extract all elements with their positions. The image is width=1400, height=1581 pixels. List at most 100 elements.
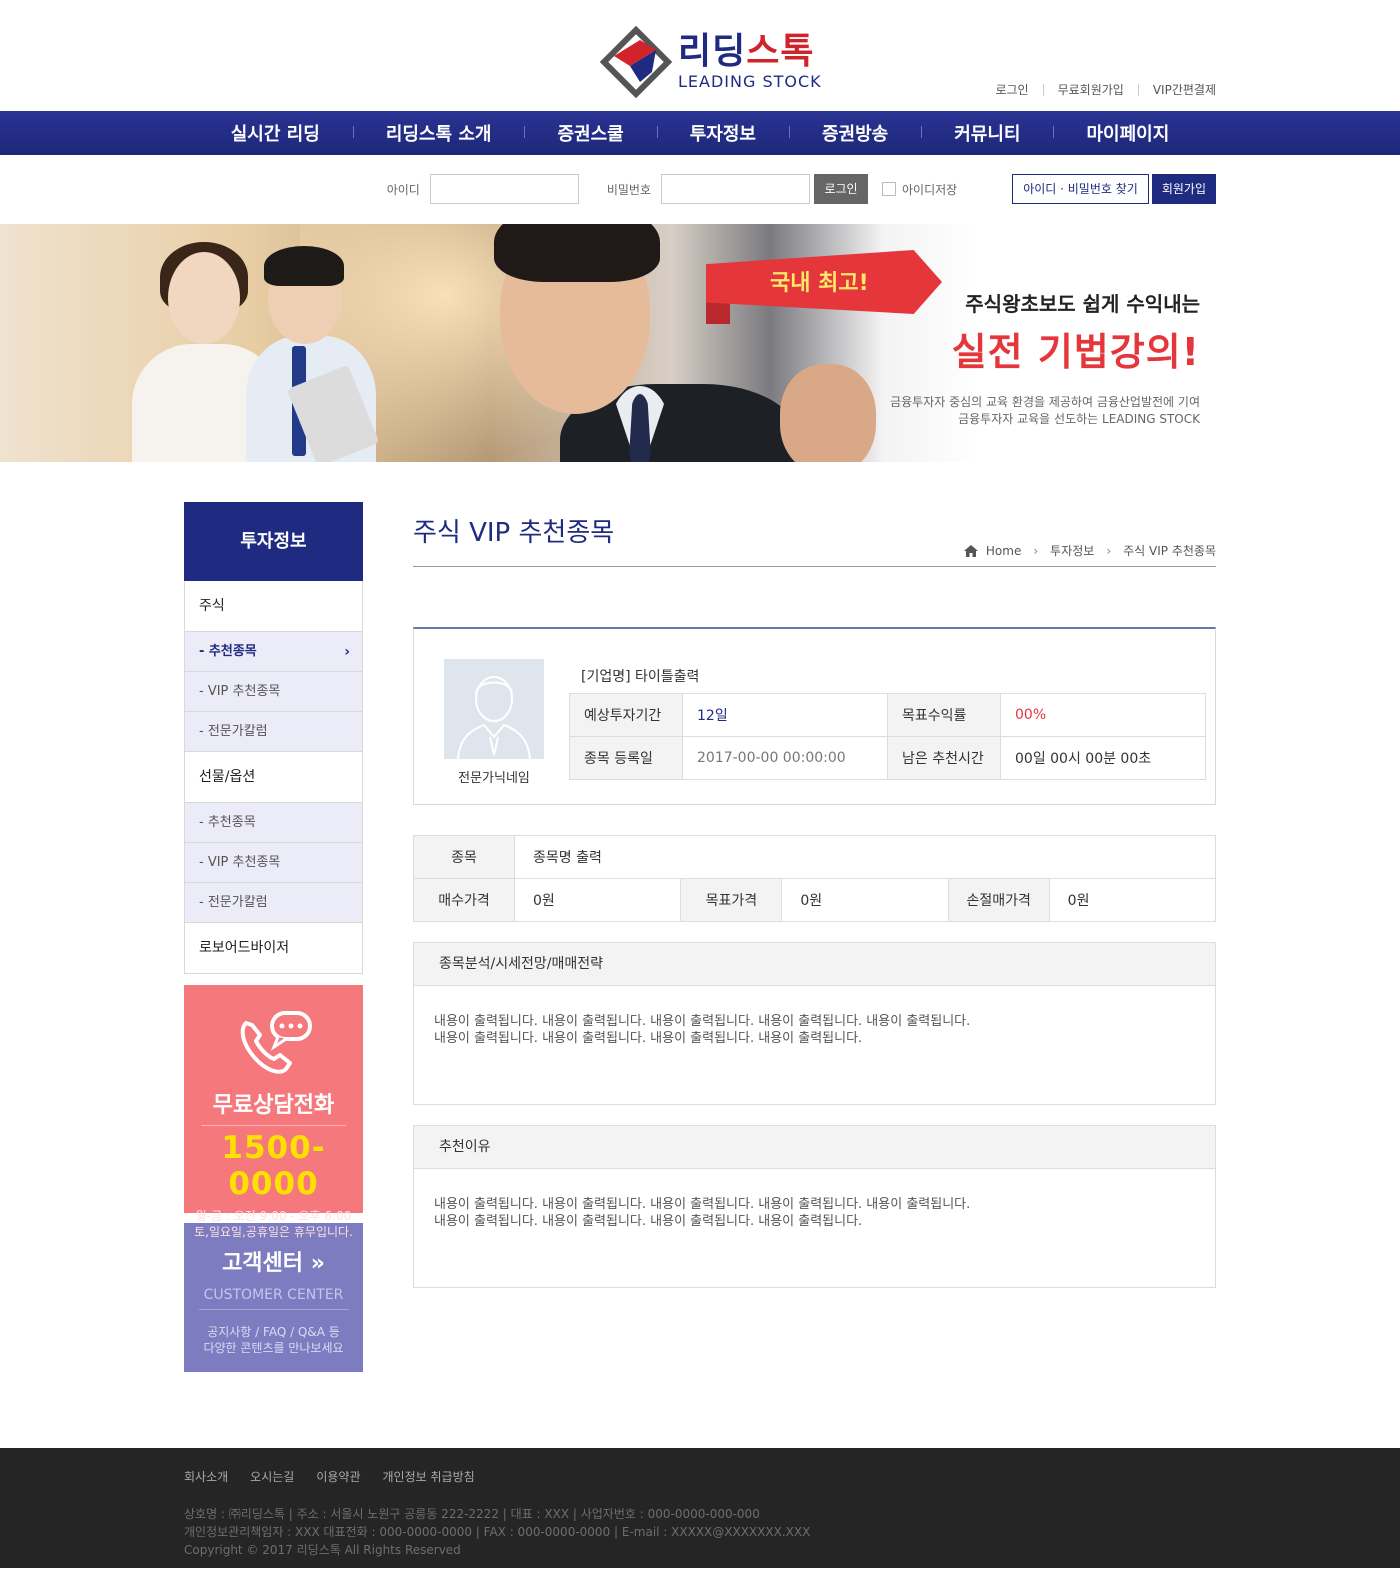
- breadcrumb-invest-info[interactable]: 투자정보: [1050, 542, 1094, 559]
- site-footer: 회사소개 오시는길 이용약관 개인정보 취급방침 상호명 : ㈜리딩스톡 | 주…: [0, 1448, 1400, 1568]
- footer-info-line1: 상호명 : ㈜리딩스톡 | 주소 : 서울시 노원구 공릉동 222-2222 …: [184, 1507, 760, 1521]
- id-label: 아이디: [386, 182, 420, 197]
- breadcrumb: Home › 투자정보 › 주식 VIP 추천종목: [963, 542, 1216, 559]
- free-call-number: 1500-0000: [221, 1130, 326, 1202]
- logo-text-en: LEADING STOCK: [678, 72, 822, 91]
- free-call-box[interactable]: 무료상담전화 1500-0000 월-금 : 오전 9:00 - 오후 6:00…: [184, 985, 363, 1239]
- nav-item-mypage[interactable]: 마이페이지: [1053, 120, 1202, 146]
- register-date-value: 2017-00-00 00:00:00: [682, 736, 888, 780]
- site-logo[interactable]: 리딩스톡 LEADING STOCK: [600, 26, 822, 98]
- top-links: 로그인 무료회원가입 VIP간편결제: [981, 84, 1216, 96]
- side-nav: 투자정보 주식 - 추천종목 › - VIP 추천종목 - 전문가칼럼 선물/옵…: [184, 502, 363, 1372]
- customer-center-en: CUSTOMER CENTER: [198, 1287, 349, 1310]
- analysis-title: 종목분석/시세전망/매매전략: [414, 943, 1215, 986]
- free-call-hours-line1: 월-금 : 오전 9:00 - 오후 6:00: [195, 1209, 352, 1223]
- register-date-label: 종목 등록일: [569, 736, 683, 780]
- customer-center-desc-line1: 공지사항 / FAQ / Q&A 등: [207, 1325, 340, 1339]
- stock-info-table: 종목 종목명 출력 매수가격 0원 목표가격 0원 손절매가격 0원: [413, 835, 1217, 922]
- side-nav-item-stock-column[interactable]: - 전문가칼럼: [184, 712, 363, 752]
- footer-info-line2: 개인정보관리책임자 : XXX 대표전화 : 000-0000-0000 | F…: [184, 1525, 811, 1539]
- pw-input[interactable]: [661, 174, 810, 204]
- footer-link-terms[interactable]: 이용약관: [316, 1468, 360, 1485]
- footer-info: 상호명 : ㈜리딩스톡 | 주소 : 서울시 노원구 공릉동 222-2222 …: [184, 1505, 1216, 1559]
- banner-description-line1: 금융투자자 중심의 교육 환경을 제공하여 금융산업발전에 기여: [890, 395, 1200, 409]
- customer-center-box[interactable]: 고객센터 » CUSTOMER CENTER 공지사항 / FAQ / Q&A …: [184, 1223, 363, 1372]
- analysis-line2: 내용이 출력됩니다. 내용이 출력됩니다. 내용이 출력됩니다. 내용이 출력됩…: [434, 1031, 863, 1046]
- period-label: 예상투자기간: [569, 693, 683, 737]
- customer-center-title: 고객센터: [222, 1251, 304, 1276]
- top-link-signup[interactable]: 무료회원가입: [1042, 84, 1138, 96]
- phone-chat-icon: [240, 1011, 312, 1074]
- login-button[interactable]: 로그인: [814, 174, 868, 204]
- banner-ribbon-text: 국내 최고!: [770, 271, 869, 296]
- goal-price-label: 목표가격: [680, 878, 783, 922]
- side-nav-item-stock-recommend[interactable]: - 추천종목 ›: [184, 632, 363, 672]
- top-link-vip-payment[interactable]: VIP간편결제: [1137, 84, 1216, 96]
- join-button[interactable]: 회원가입: [1151, 174, 1216, 204]
- nav-item-community[interactable]: 커뮤니티: [921, 120, 1053, 146]
- banner-main-man-hair: [494, 224, 660, 282]
- banner-headline: 주식왕초보도 쉽게 수익내는: [965, 292, 1200, 316]
- customer-center-desc-line2: 다양한 콘텐츠를 만나보세요: [203, 1341, 344, 1355]
- nav-item-broadcast[interactable]: 증권방송: [788, 120, 921, 146]
- stop-loss-label: 손절매가격: [947, 878, 1050, 922]
- side-nav-category-futures[interactable]: 선물/옵션: [184, 752, 363, 803]
- main-banner: 국내 최고! 주식왕초보도 쉽게 수익내는 실전 기법강의! 금융투자자 중심의…: [0, 224, 1400, 462]
- pw-label: 비밀번호: [606, 182, 651, 197]
- global-nav: 실시간 리딩 리딩스톡 소개 증권스쿨 투자정보 증권방송 커뮤니티 마이페이지: [0, 111, 1400, 155]
- banner-description: 금융투자자 중심의 교육 환경을 제공하여 금융산업발전에 기여 금융투자자 교…: [890, 394, 1200, 428]
- breadcrumb-home[interactable]: Home: [986, 544, 1021, 558]
- content-area: 투자정보 주식 - 추천종목 › - VIP 추천종목 - 전문가칼럼 선물/옵…: [184, 462, 1217, 1448]
- reason-section: 추천이유 내용이 출력됩니다. 내용이 출력됩니다. 내용이 출력됩니다. 내용…: [413, 1125, 1216, 1288]
- side-nav-category-stock[interactable]: 주식: [184, 581, 363, 632]
- side-nav-category-robo[interactable]: 로보어드바이저: [184, 923, 363, 974]
- chevron-right-icon: ›: [1033, 543, 1039, 558]
- main-content: 주식 VIP 추천종목 Home › 투자정보 › 주식 VIP 추천종목 전문…: [413, 502, 1217, 1372]
- side-nav-item-futures-recommend[interactable]: - 추천종목: [184, 803, 363, 843]
- target-return-value: 00%: [1000, 693, 1206, 737]
- banner-description-line2: 금융투자자 교육을 선도하는 LEADING STOCK: [958, 412, 1200, 426]
- top-link-login[interactable]: 로그인: [981, 84, 1042, 96]
- logo-mark-icon: [600, 26, 672, 98]
- side-nav-item-futures-column[interactable]: - 전문가칼럼: [184, 883, 363, 923]
- footer-copyright: Copyright © 2017 리딩스톡 All Rights Reserve…: [184, 1543, 461, 1557]
- expert-info-table: 예상투자기간 12일 목표수익률 00% 종목 등록일 2017-00-00 0…: [569, 693, 1206, 780]
- stop-loss-value: 0원: [1048, 878, 1217, 922]
- nav-item-invest-info[interactable]: 투자정보: [656, 120, 789, 146]
- side-nav-item-label: - 추천종목: [199, 644, 257, 659]
- avatar: [444, 659, 544, 760]
- find-account-button[interactable]: 아이디 · 비밀번호 찾기: [1012, 174, 1149, 204]
- chevron-right-icon: ›: [1106, 543, 1112, 558]
- home-icon: [963, 544, 978, 557]
- period-value: 12일: [682, 693, 888, 737]
- reason-line1: 내용이 출력됩니다. 내용이 출력됩니다. 내용이 출력됩니다. 내용이 출력됩…: [434, 1197, 971, 1212]
- nav-item-live-reading[interactable]: 실시간 리딩: [198, 120, 353, 146]
- banner-highlight: 실전 기법강의!: [951, 330, 1200, 374]
- buy-price-label: 매수가격: [413, 878, 515, 922]
- site-header: 리딩스톡 LEADING STOCK 로그인 무료회원가입 VIP간편결제: [184, 0, 1216, 111]
- breadcrumb-current[interactable]: 주식 VIP 추천종목: [1123, 542, 1216, 559]
- footer-link-company[interactable]: 회사소개: [184, 1468, 228, 1485]
- company-title: [기업명] 타이틀출력: [581, 669, 700, 685]
- save-id-checkbox[interactable]: [882, 182, 896, 196]
- logo-text-ko-2: 스톡: [746, 31, 815, 72]
- footer-link-privacy[interactable]: 개인정보 취급방침: [383, 1468, 475, 1485]
- banner-woman-face: [168, 252, 240, 344]
- remaining-time-value: 00일 00시 00분 00초: [1000, 736, 1206, 780]
- stock-name-value: 종목명 출력: [514, 835, 1216, 879]
- page-header: 주식 VIP 추천종목 Home › 투자정보 › 주식 VIP 추천종목: [413, 502, 1216, 567]
- banner-copy: 주식왕초보도 쉽게 수익내는 실전 기법강의! 금융투자자 중심의 교육 환경을…: [890, 288, 1200, 428]
- expert-nickname: 전문가닉네임: [458, 771, 530, 786]
- save-id-label: 아이디저장: [902, 182, 958, 197]
- id-input[interactable]: [429, 174, 579, 204]
- user-avatar-icon: [457, 676, 531, 760]
- nav-item-about[interactable]: 리딩스톡 소개: [352, 120, 525, 146]
- target-return-label: 목표수익률: [887, 693, 1001, 737]
- footer-links: 회사소개 오시는길 이용약관 개인정보 취급방침: [184, 1448, 1216, 1485]
- footer-link-location[interactable]: 오시는길: [250, 1468, 294, 1485]
- remaining-time-label: 남은 추천시간: [887, 736, 1001, 780]
- side-nav-item-stock-vip[interactable]: - VIP 추천종목: [184, 672, 363, 712]
- logo-text-ko-1: 리딩: [678, 31, 747, 72]
- side-nav-item-futures-vip[interactable]: - VIP 추천종목: [184, 843, 363, 883]
- nav-item-school[interactable]: 증권스쿨: [524, 120, 656, 146]
